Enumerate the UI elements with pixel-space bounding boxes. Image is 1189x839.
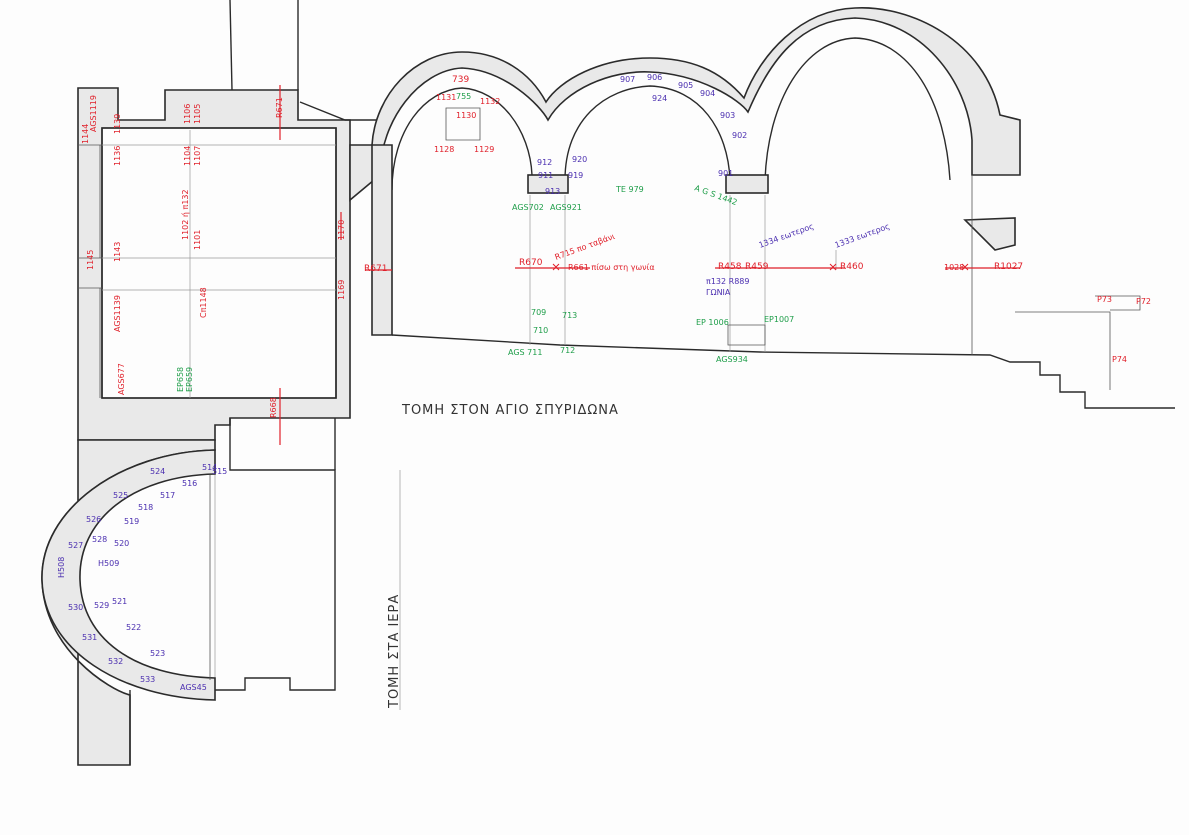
- label-a530: 530: [68, 603, 83, 612]
- label-ep659: EP659: [185, 367, 194, 392]
- label-a524: 524: [150, 467, 165, 476]
- label-ags702: AGS702: [512, 203, 544, 212]
- label-712: 712: [560, 346, 575, 355]
- label-709: 709: [531, 308, 546, 317]
- label-713: 713: [562, 311, 577, 320]
- label-1101: 1101: [193, 230, 202, 250]
- label-ep1006: EP 1006: [696, 318, 729, 327]
- label-a519: 519: [124, 517, 139, 526]
- section-title-iera: ΤΟΜΗ ΣΤΑ ΙΕΡΑ: [387, 594, 402, 709]
- label-a532: 532: [108, 657, 123, 666]
- label-889: π132 R889: [706, 277, 749, 286]
- label-ags545: AGS45: [180, 683, 207, 692]
- label-1169: 1169: [337, 280, 346, 300]
- label-a527: 527: [68, 541, 83, 550]
- label-p74: P74: [1112, 355, 1127, 364]
- label-901: 901: [718, 169, 733, 178]
- label-1148: Cπ1148: [199, 287, 208, 318]
- label-920: 920: [572, 155, 587, 164]
- label-a533: 533: [140, 675, 155, 684]
- label-1102: 1102 ή π132: [181, 189, 190, 240]
- label-907: 907: [620, 75, 635, 84]
- label-a523: 523: [150, 649, 165, 658]
- label-r1027: R1027: [994, 262, 1023, 272]
- label-ep1007: EP1007: [764, 315, 794, 324]
- label-1028: 1028: [944, 263, 964, 272]
- label-919: 919: [568, 171, 583, 180]
- label-755: 755: [456, 92, 471, 101]
- label-p72: P72: [1136, 297, 1151, 306]
- label-te979: TE 979: [615, 185, 644, 194]
- label-1144: 1144: [81, 124, 90, 144]
- label-r459: R459: [745, 262, 769, 272]
- label-a521: 521: [112, 597, 127, 606]
- label-a518: 518: [138, 503, 153, 512]
- label-h509: H509: [98, 559, 119, 568]
- label-r460: R460: [840, 262, 864, 272]
- label-gonia: ΓΩΝΙΑ: [706, 288, 731, 297]
- label-913: 913: [545, 187, 560, 196]
- label-ags711: AGS 711: [508, 348, 542, 357]
- label-1105: 1105: [193, 104, 202, 124]
- label-710: 710: [533, 326, 548, 335]
- label-r670: R670: [519, 258, 543, 268]
- label-h508: H508: [57, 557, 66, 578]
- label-a517: 517: [160, 491, 175, 500]
- label-a522: 522: [126, 623, 141, 632]
- label-r661: R661 πίσω στη γωνία: [568, 263, 655, 272]
- label-a531: 531: [82, 633, 97, 642]
- label-1145: 1145: [86, 250, 95, 270]
- label-ags934: AGS934: [716, 355, 748, 364]
- label-906: 906: [647, 73, 662, 82]
- label-ags1139: AGS1139: [113, 295, 122, 332]
- label-r671b: R671: [364, 264, 387, 274]
- label-912: 912: [537, 158, 552, 167]
- section-title-agios-spyridon: ΤΟΜΗ ΣΤΟΝ ΑΓΙΟ ΣΠΥΡΙΔΩΝΑ: [401, 403, 619, 418]
- label-911: 911: [538, 171, 553, 180]
- label-1333: 1333 εωτερος: [834, 222, 891, 250]
- label-924: 924: [652, 94, 667, 103]
- label-ags677: AGS677: [117, 363, 126, 395]
- label-a515: 515: [212, 467, 227, 476]
- label-r458: R458: [718, 262, 742, 272]
- label-a528: 528: [92, 535, 107, 544]
- label-ags921: AGS921: [550, 203, 582, 212]
- label-1132: 1132: [480, 97, 500, 106]
- label-r671: R671: [275, 97, 284, 118]
- label-1170: 1170: [337, 220, 346, 240]
- label-ags1119: AGS1119: [89, 95, 98, 132]
- label-739: 739: [452, 75, 469, 85]
- label-a520: 520: [114, 539, 129, 548]
- label-1334: 1334 εωτερος: [758, 222, 815, 250]
- label-1136: 1136: [113, 146, 122, 166]
- label-1107: 1107: [193, 146, 202, 166]
- plan-apse: [41, 418, 336, 766]
- label-p73: P73: [1097, 295, 1112, 304]
- label-1130: 1130: [456, 111, 476, 120]
- label-1128: 1128: [434, 145, 454, 154]
- label-904: 904: [700, 89, 715, 98]
- label-1139: 1139: [113, 114, 122, 134]
- architectural-section-drawing: ΤΟΜΗ ΣΤΟΝ ΑΓΙΟ ΣΠΥΡΙΔΩΝΑ ΤΟΜΗ ΣΤΑ ΙΕΡΑ R…: [41, 0, 1175, 766]
- label-ep658: EP658: [176, 367, 185, 392]
- label-a526: 526: [86, 515, 101, 524]
- label-902: 902: [732, 131, 747, 140]
- label-1129: 1129: [474, 145, 494, 154]
- label-1106: 1106: [183, 104, 192, 124]
- label-903: 903: [720, 111, 735, 120]
- label-a516: 516: [182, 479, 197, 488]
- drawing-sheet: ΤΟΜΗ ΣΤΟΝ ΑΓΙΟ ΣΠΥΡΙΔΩΝΑ ΤΟΜΗ ΣΤΑ ΙΕΡΑ R…: [0, 0, 1189, 835]
- label-a529: 529: [94, 601, 109, 610]
- label-905: 905: [678, 81, 693, 90]
- label-r668: R668: [269, 397, 278, 418]
- label-r715: R715 πο ταβάνι: [554, 232, 617, 262]
- label-a525: 525: [113, 491, 128, 500]
- label-1143: 1143: [113, 242, 122, 262]
- label-1131: 1131: [436, 93, 456, 102]
- label-1104: 1104: [183, 146, 192, 166]
